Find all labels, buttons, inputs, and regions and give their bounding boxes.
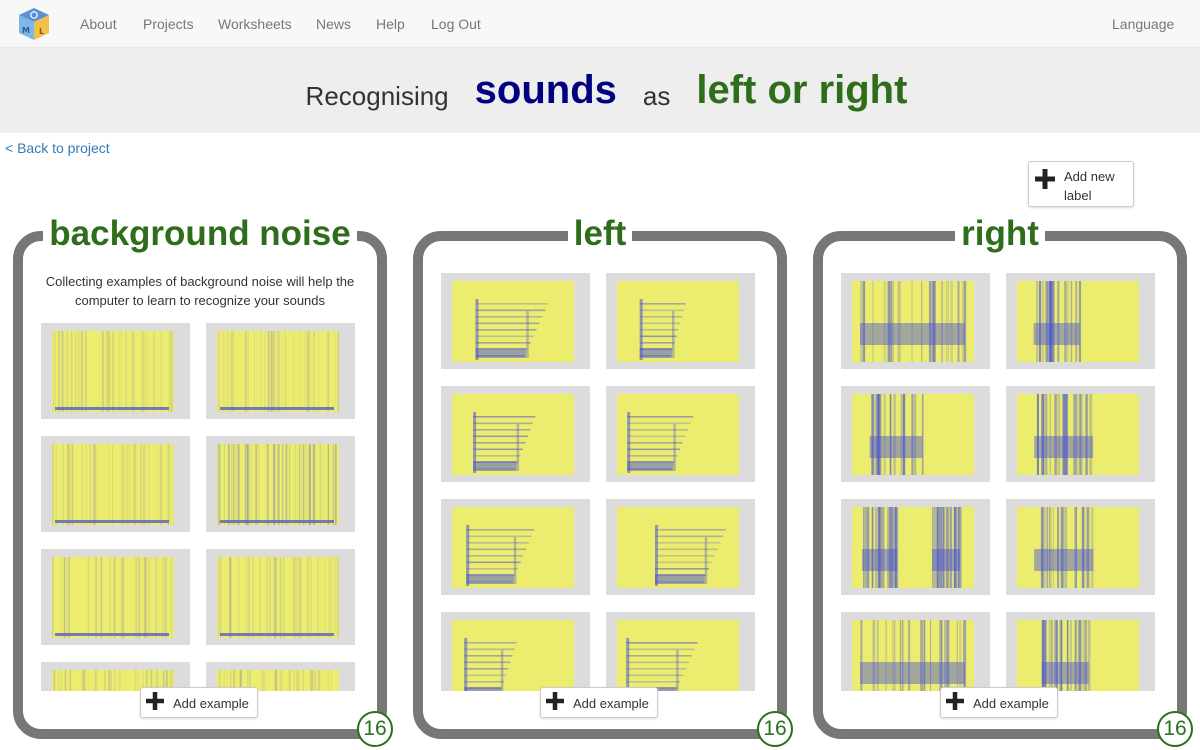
examples-grid <box>41 323 359 691</box>
sound-example[interactable] <box>206 323 355 419</box>
add-example-button[interactable]: Add example <box>940 687 1058 718</box>
nav-help[interactable]: Help <box>376 16 405 32</box>
spectrogram-thumbnail <box>1017 507 1139 588</box>
spectrogram-thumbnail <box>452 620 574 691</box>
nav-about[interactable]: About <box>80 16 117 32</box>
examples-grid <box>441 273 759 691</box>
ml-cube-logo-icon[interactable]: M L <box>16 6 52 42</box>
label-description: Collecting examples of background noise … <box>45 274 355 308</box>
plus-icon <box>1035 169 1055 189</box>
sound-example[interactable] <box>841 273 990 369</box>
svg-text:M: M <box>22 26 30 35</box>
sound-example[interactable] <box>841 499 990 595</box>
label-panel-background-noise: background noise Collecting examples of … <box>13 216 393 747</box>
plus-icon <box>946 692 964 710</box>
label-panel-left: left Add example 16 <box>413 216 793 747</box>
add-example-button[interactable]: Add example <box>140 687 258 718</box>
sound-example[interactable] <box>1006 499 1155 595</box>
page-title-band: Recognising sounds as left or right <box>0 48 1200 133</box>
example-count-badge: 16 <box>1157 711 1193 747</box>
add-new-label-text: Add new label <box>1064 169 1115 203</box>
examples-grid <box>841 273 1159 691</box>
label-title: background noise <box>43 216 357 251</box>
add-example-label: Add example <box>973 696 1049 711</box>
spectrogram-thumbnail <box>852 620 974 691</box>
example-count-badge: 16 <box>357 711 393 747</box>
spectrogram-thumbnail <box>617 507 739 588</box>
sound-example[interactable] <box>441 499 590 595</box>
nav-log-out[interactable]: Log Out <box>431 16 481 32</box>
label-panel-right: right Add example 16 <box>813 216 1193 747</box>
spectrogram-thumbnail <box>52 331 174 412</box>
example-count-badge: 16 <box>757 711 793 747</box>
sound-example[interactable] <box>1006 273 1155 369</box>
spectrogram-thumbnail <box>852 507 974 588</box>
sound-example[interactable] <box>841 386 990 482</box>
sound-example[interactable] <box>841 612 990 691</box>
sound-example[interactable] <box>206 436 355 532</box>
spectrogram-thumbnail <box>617 281 739 362</box>
back-to-project-link[interactable]: < Back to project <box>5 140 110 156</box>
sound-example[interactable] <box>441 386 590 482</box>
spectrogram-thumbnail <box>217 444 339 525</box>
top-navbar: M L About Projects Worksheets News Help … <box>0 0 1200 48</box>
nav-worksheets[interactable]: Worksheets <box>218 16 292 32</box>
sound-example[interactable] <box>606 273 755 369</box>
sound-example[interactable] <box>41 323 190 419</box>
spectrogram-thumbnail <box>852 394 974 475</box>
sound-example[interactable] <box>606 386 755 482</box>
spectrogram-thumbnail <box>52 444 174 525</box>
svg-text:L: L <box>39 27 44 36</box>
spectrogram-thumbnail <box>1017 620 1139 691</box>
spectrogram-thumbnail <box>452 394 574 475</box>
add-example-button[interactable]: Add example <box>540 687 658 718</box>
spectrogram-thumbnail <box>1017 281 1139 362</box>
spectrogram-thumbnail <box>452 507 574 588</box>
title-prefix: Recognising <box>305 81 449 111</box>
spectrogram-thumbnail <box>217 557 339 638</box>
label-title: left <box>567 216 633 251</box>
spectrogram-thumbnail <box>1017 394 1139 475</box>
add-new-label-button[interactable]: Add new label <box>1028 161 1134 207</box>
spectrogram-thumbnail <box>52 557 174 638</box>
plus-icon <box>146 692 164 710</box>
sound-example[interactable] <box>1006 612 1155 691</box>
sound-example[interactable] <box>41 549 190 645</box>
sound-example[interactable] <box>441 273 590 369</box>
label-title: right <box>955 216 1045 251</box>
spectrogram-thumbnail <box>852 281 974 362</box>
nav-news[interactable]: News <box>316 16 351 32</box>
spectrogram-thumbnail <box>617 394 739 475</box>
project-name: left or right <box>696 68 908 112</box>
sound-example[interactable] <box>606 499 755 595</box>
nav-projects[interactable]: Projects <box>143 16 194 32</box>
sound-example[interactable] <box>1006 386 1155 482</box>
sound-example[interactable] <box>606 612 755 691</box>
sound-example[interactable] <box>206 549 355 645</box>
add-example-label: Add example <box>573 696 649 711</box>
sound-example[interactable] <box>41 436 190 532</box>
sound-example[interactable] <box>441 612 590 691</box>
spectrogram-thumbnail <box>617 620 739 691</box>
spectrogram-thumbnail <box>217 331 339 412</box>
page-title: Recognising sounds as left or right <box>0 48 1200 133</box>
title-middle: as <box>642 81 671 111</box>
spectrogram-thumbnail <box>452 281 574 362</box>
nav-language[interactable]: Language <box>1112 16 1174 32</box>
plus-icon <box>546 692 564 710</box>
project-type: sounds <box>474 68 617 112</box>
add-example-label: Add example <box>173 696 249 711</box>
